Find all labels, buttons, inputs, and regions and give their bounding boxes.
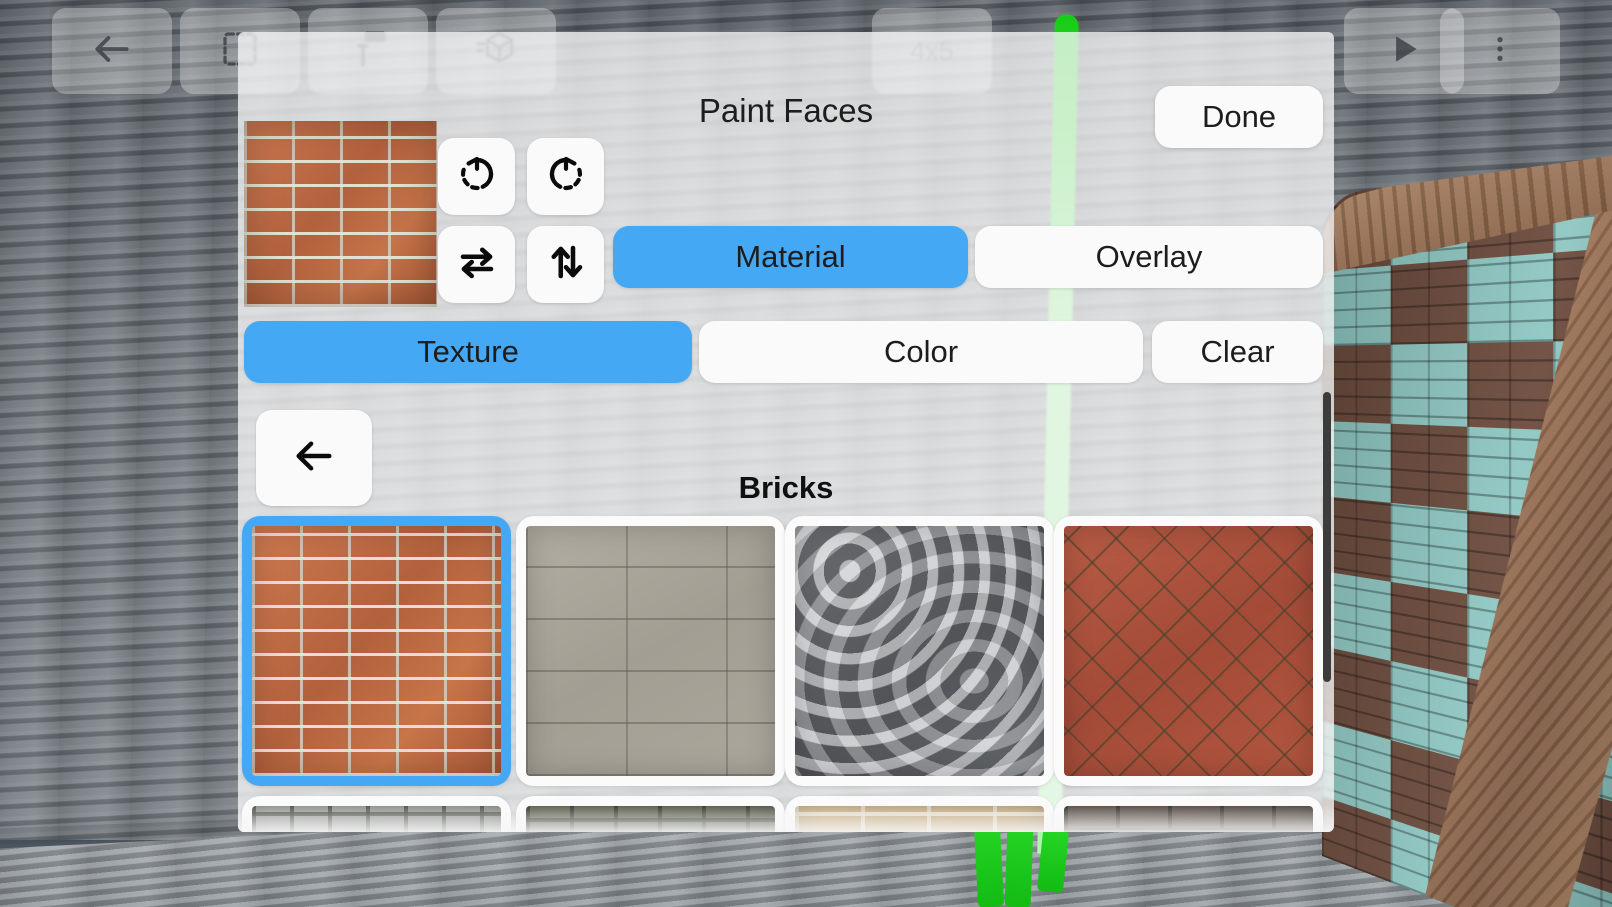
texture-brick-red[interactable] <box>242 516 511 786</box>
toolbar-more-button[interactable] <box>1440 8 1560 94</box>
toolbar-back-button[interactable] <box>52 8 172 94</box>
texture-mossy-stone[interactable] <box>516 796 785 832</box>
flip-vertical-icon <box>545 241 587 288</box>
texture-thumbnail <box>795 806 1044 832</box>
texture-sandstone[interactable] <box>785 796 1054 832</box>
texture-thumbnail <box>1064 806 1313 832</box>
avatar-legs <box>972 823 1070 907</box>
rotate-cw-icon <box>545 153 587 200</box>
texture-thumbnail <box>1064 526 1313 776</box>
tab-texture[interactable]: Texture <box>244 321 692 383</box>
texture-thumbnail <box>252 526 501 776</box>
texture-dark-stone[interactable] <box>1054 796 1323 832</box>
texture-thumbnail <box>252 806 501 832</box>
texture-concrete-block[interactable] <box>516 516 785 786</box>
texture-thumbnail <box>526 806 775 832</box>
category-title: Bricks <box>738 470 834 505</box>
done-button[interactable]: Done <box>1155 86 1323 148</box>
texture-herringbone[interactable] <box>1054 516 1323 786</box>
avatar-leg <box>973 823 1005 907</box>
flip-vertical-button[interactable] <box>527 226 604 303</box>
rotate-right-button[interactable] <box>527 138 604 215</box>
tab-clear[interactable]: Clear <box>1152 321 1323 383</box>
texture-rough-stone[interactable] <box>785 516 1054 786</box>
texture-grid <box>242 516 1330 832</box>
paint-faces-dialog: Paint Faces Done Material Overlay Textur… <box>238 32 1334 832</box>
tab-color[interactable]: Color <box>699 321 1143 383</box>
rotate-left-button[interactable] <box>438 138 515 215</box>
tab-overlay[interactable]: Overlay <box>975 226 1323 288</box>
app-root: 4x5 Paint Faces Done <box>0 0 1612 907</box>
texture-list-scrollbar[interactable] <box>1323 392 1331 682</box>
rotate-ccw-icon <box>456 153 498 200</box>
texture-thumbnail <box>795 526 1044 776</box>
avatar-leg <box>1004 823 1034 907</box>
avatar-leg <box>1036 828 1070 894</box>
tab-material[interactable]: Material <box>613 226 968 288</box>
more-vertical-icon <box>1484 30 1516 73</box>
play-icon <box>1385 30 1423 73</box>
texture-cobblestone[interactable] <box>242 796 511 832</box>
flip-horizontal-button[interactable] <box>438 226 515 303</box>
texture-thumbnail <box>526 526 775 776</box>
arrow-left-icon <box>90 27 134 76</box>
flip-horizontal-icon <box>456 241 498 288</box>
preview-swatch[interactable] <box>244 121 437 307</box>
scene-checkered-brick-building <box>1322 151 1612 907</box>
